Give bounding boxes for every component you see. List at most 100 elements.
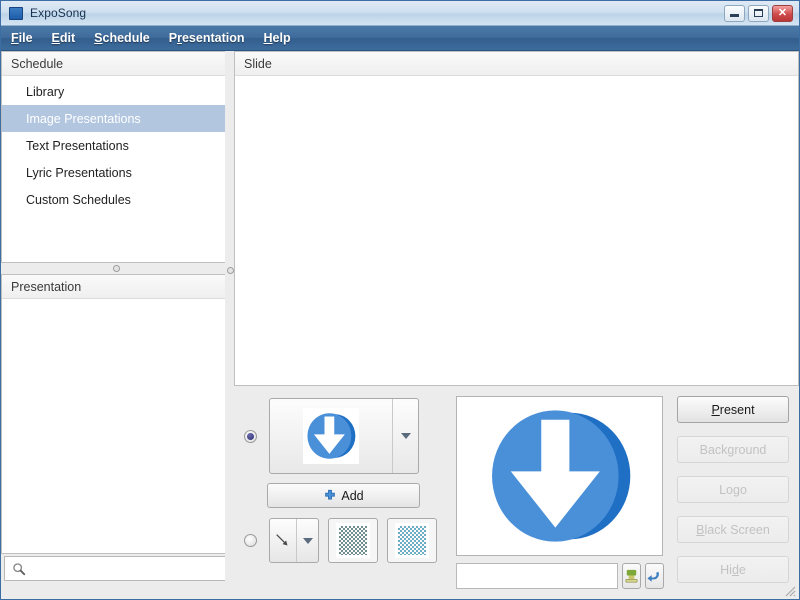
menu-presentation[interactable]: Presentation — [169, 31, 245, 45]
maximize-button[interactable] — [748, 4, 769, 22]
schedule-pane: Schedule Library Image Presentations Tex… — [1, 51, 231, 263]
hide-button-mnemonic: d — [731, 562, 739, 577]
menu-schedule[interactable]: Schedule — [94, 31, 150, 45]
image-source-combo-face — [270, 399, 392, 473]
present-button-mnemonic: P — [711, 402, 720, 417]
revert-button[interactable] — [645, 563, 664, 589]
minimize-icon — [730, 13, 739, 17]
slide-list-pane: Slide — [234, 51, 799, 386]
main-area: Slide Add P resent Back g round Lo g o B… — [234, 51, 799, 599]
logo-button-pre: Lo — [719, 482, 733, 497]
sidebar-item-text-presentations[interactable]: Text Presentations — [2, 132, 230, 159]
sidebar-item-custom-schedules[interactable]: Custom Schedules — [2, 186, 230, 213]
close-button[interactable]: ✕ — [772, 4, 793, 22]
presentation-pane: Presentation — [1, 274, 231, 554]
effect-source-dropdown-button[interactable] — [296, 519, 318, 562]
menu-file-label: ile — [18, 31, 33, 45]
background-button-pre: Back — [699, 442, 728, 457]
menu-presentation-label: esentation — [181, 31, 245, 45]
swatch-button-slate-teal[interactable] — [328, 518, 378, 563]
apply-button[interactable] — [622, 563, 641, 589]
background-button[interactable]: Back g round — [677, 436, 789, 463]
color-swatch-sky-blue — [395, 523, 429, 558]
preview-name-input[interactable] — [456, 563, 618, 589]
chevron-down-icon — [302, 537, 313, 544]
slide-column-header: Slide — [235, 52, 798, 76]
effect-source-combo-face — [270, 519, 296, 562]
plus-icon — [325, 489, 336, 499]
menu-bar: File Edit Schedule Presentation Help — [1, 26, 799, 51]
slide-preview[interactable] — [456, 396, 663, 556]
add-button-label: Add — [341, 488, 364, 503]
black-screen-button-label: lack Screen — [704, 522, 770, 537]
preview-name-row — [456, 563, 664, 589]
horizontal-splitter[interactable] — [1, 263, 231, 274]
menu-schedule-mnemonic: S — [94, 31, 103, 45]
hide-button-label: e — [738, 562, 746, 577]
window-controls: ✕ — [724, 4, 796, 22]
download-arrow-icon — [491, 410, 630, 542]
effect-source-row — [244, 518, 449, 563]
black-screen-button[interactable]: Black Screen — [677, 516, 789, 543]
title-bar: ExpoSong ✕ — [1, 1, 799, 26]
present-button-label: resent — [719, 402, 755, 417]
apply-icon — [625, 569, 638, 582]
schedule-pane-header: Schedule — [2, 52, 230, 76]
source-controls: Add — [244, 398, 449, 563]
maximize-icon — [754, 9, 763, 17]
search-box[interactable] — [4, 556, 228, 581]
window-title: ExpoSong — [30, 6, 87, 20]
image-source-combo[interactable] — [269, 398, 419, 474]
swatch-button-sky-blue[interactable] — [387, 518, 437, 563]
black-screen-button-mnemonic: B — [696, 522, 705, 537]
hide-button[interactable]: Hi d e — [677, 556, 789, 583]
hide-button-pre: Hi — [720, 562, 732, 577]
logo-button-mnemonic: g — [733, 482, 740, 497]
sidebar-item-library[interactable]: Library — [2, 78, 230, 105]
bottom-toolbar: Add P resent Back g round Lo g o B lack … — [234, 391, 799, 599]
menu-file[interactable]: File — [11, 31, 33, 45]
minimize-button[interactable] — [724, 4, 745, 22]
chevron-down-icon — [400, 433, 411, 439]
color-swatch-slate-teal — [336, 523, 370, 558]
schedule-list: Library Image Presentations Text Present… — [2, 76, 230, 213]
menu-presentation-pre: P — [168, 31, 178, 45]
splitter-grip-icon — [112, 265, 120, 272]
present-button[interactable]: Present — [677, 396, 789, 423]
search-input[interactable] — [26, 561, 206, 576]
undo-icon — [647, 571, 659, 582]
download-arrow-icon — [307, 413, 356, 459]
menu-edit-mnemonic: E — [51, 31, 60, 45]
image-source-radio[interactable] — [244, 429, 257, 443]
background-button-mnemonic: g — [727, 442, 735, 457]
application-window: ExpoSong ✕ File Edit Schedule Presentati… — [0, 0, 800, 600]
add-button[interactable]: Add — [267, 483, 420, 508]
search-icon — [13, 562, 26, 575]
menu-help-label: elp — [272, 31, 291, 45]
menu-help[interactable]: Help — [264, 31, 291, 45]
left-column: Schedule Library Image Presentations Tex… — [1, 51, 231, 599]
logo-button-label: o — [739, 482, 747, 497]
menu-help-mnemonic: H — [263, 31, 273, 45]
sidebar-item-lyric-presentations[interactable]: Lyric Presentations — [2, 159, 230, 186]
menu-edit[interactable]: Edit — [52, 31, 76, 45]
logo-button[interactable]: Lo g o — [677, 476, 789, 503]
line-arrow-icon — [276, 533, 288, 545]
vertical-splitter-grip-icon — [227, 267, 234, 274]
sidebar-item-image-presentations[interactable]: Image Presentations — [2, 105, 230, 132]
effect-source-radio[interactable] — [244, 534, 257, 547]
image-source-thumbnail — [303, 408, 359, 464]
background-button-label: round — [734, 442, 767, 457]
action-buttons: Present Back g round Lo g o Black Screen Hi d… — [677, 396, 789, 596]
image-source-row — [244, 398, 449, 474]
app-icon — [9, 6, 23, 20]
resize-grip-icon[interactable] — [782, 583, 796, 597]
close-icon: ✕ — [777, 6, 788, 19]
search-area — [1, 554, 231, 584]
presentation-pane-header: Presentation — [2, 275, 230, 299]
menu-edit-label: dit — [59, 31, 76, 45]
menu-schedule-label: chedule — [102, 31, 150, 45]
effect-source-combo[interactable] — [269, 518, 319, 563]
menu-file-mnemonic: F — [11, 31, 19, 45]
image-source-dropdown-button[interactable] — [392, 399, 418, 473]
